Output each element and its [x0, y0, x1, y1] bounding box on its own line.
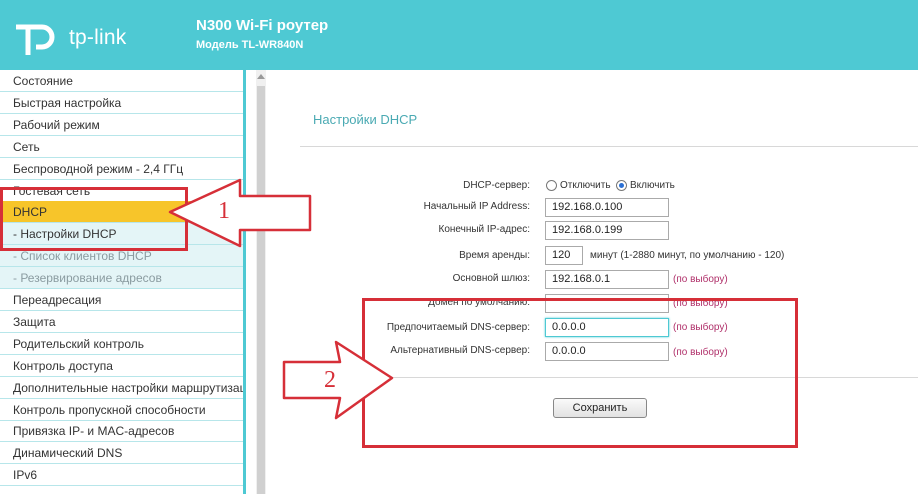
- router-title: N300 Wi-Fi роутер: [196, 17, 329, 34]
- tp-link-logo: tp-link: [12, 17, 162, 57]
- tp-link-logo-icon: [16, 24, 55, 55]
- header-bar: tp-link N300 Wi-Fi роутер Модель TL-WR84…: [0, 0, 918, 70]
- start-ip-label: Начальный IP Address:: [423, 201, 530, 212]
- end-ip-input[interactable]: 192.168.0.199: [545, 221, 669, 240]
- annotation-box-2: [362, 298, 798, 448]
- sidebar-item-4[interactable]: Сеть: [0, 136, 243, 158]
- annotation-number-1: 1: [218, 198, 230, 224]
- annotation-box-1: [0, 187, 188, 251]
- router-model: Модель TL-WR840N: [196, 39, 304, 51]
- sidebar-menu: Состояние Быстрая настройка Рабочий режим С…: [0, 70, 246, 494]
- sidebar-item-5[interactable]: Беспроводной режим - 2,4 ГГц: [0, 158, 243, 180]
- dhcp-disable-label: Отключить: [560, 180, 611, 191]
- dhcp-enable-radio[interactable]: [616, 180, 627, 191]
- gateway-optional: (по выбору): [673, 274, 728, 285]
- sidebar-item-1[interactable]: Состояние: [0, 70, 243, 92]
- sidebar-item-2[interactable]: Быстрая настройка: [0, 92, 243, 114]
- sidebar-item-17[interactable]: Привязка IP- и MAC-адресов: [0, 420, 243, 443]
- divider: [300, 146, 918, 147]
- annotation-number-2: 2: [324, 367, 336, 393]
- sidebar-item-16[interactable]: Контроль пропускной способности: [0, 399, 243, 421]
- sidebar-item-19[interactable]: IPv6: [0, 464, 243, 487]
- end-ip-label: Конечный IP-адрес:: [438, 224, 531, 235]
- sidebar-item-14[interactable]: Контроль доступа: [0, 355, 243, 377]
- sidebar-item-10[interactable]: - Резервирование адресов: [0, 267, 243, 290]
- lease-time-hint: минут (1-2880 минут, по умолчанию - 120): [590, 250, 785, 261]
- page-title: Настройки DHCP: [313, 112, 418, 127]
- sidebar-item-11[interactable]: Переадресация: [0, 289, 243, 311]
- annotation-arrow-2-icon: [282, 340, 394, 420]
- dhcp-disable-radio[interactable]: [546, 180, 557, 191]
- sidebar-item-13[interactable]: Родительский контроль: [0, 333, 243, 355]
- dhcp-enable-label: Включить: [630, 180, 675, 191]
- sidebar-item-12[interactable]: Защита: [0, 311, 243, 333]
- dhcp-server-label: DHCP-сервер:: [463, 180, 530, 191]
- brand-text: tp-link: [69, 26, 127, 49]
- scroll-up-arrow-icon[interactable]: [257, 74, 265, 79]
- lease-time-label: Время аренды:: [459, 250, 530, 261]
- gateway-input[interactable]: 192.168.0.1: [545, 270, 669, 289]
- sidebar-item-15[interactable]: Дополнительные настройки маршрутизации: [0, 377, 243, 399]
- lease-time-input[interactable]: 120: [545, 246, 583, 265]
- scrollbar-thumb[interactable]: [257, 86, 265, 494]
- annotation-arrow-1-icon: [168, 178, 312, 248]
- gateway-label: Основной шлюз:: [452, 273, 530, 284]
- sidebar-item-18[interactable]: Динамический DNS: [0, 442, 243, 465]
- start-ip-input[interactable]: 192.168.0.100: [545, 198, 669, 217]
- sidebar-item-3[interactable]: Рабочий режим: [0, 114, 243, 136]
